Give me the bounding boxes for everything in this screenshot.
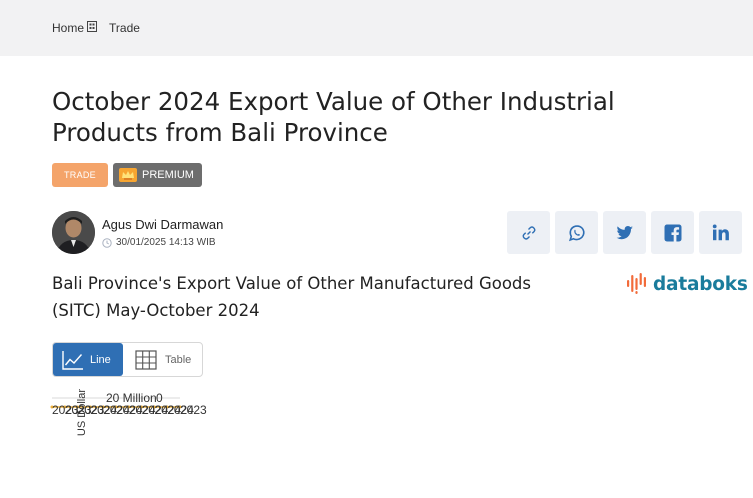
publish-datetime: 30/01/2025 14:13 WIB [116, 237, 216, 248]
share-facebook-button[interactable] [651, 211, 694, 254]
linkedin-icon [712, 224, 729, 241]
share-twitter-button[interactable] [603, 211, 646, 254]
clock-icon [102, 237, 112, 248]
page-title: October 2024 Export Value of Other Indus… [52, 87, 615, 147]
facebook-icon [664, 224, 681, 242]
category-badge[interactable]: TRADE [52, 163, 108, 187]
share-linkedin-button[interactable] [699, 211, 742, 254]
x-tick-label: 2023 [180, 403, 207, 417]
premium-label: PREMIUM [142, 169, 194, 181]
twitter-icon [616, 225, 633, 239]
line-view-button[interactable]: Line [53, 343, 123, 376]
link-icon [522, 225, 535, 240]
databoks-wordmark: databoks [653, 273, 748, 295]
chart-title: Bali Province's Export Value of Other Ma… [52, 274, 531, 320]
copy-link-button[interactable] [507, 211, 550, 254]
table-grid-icon [135, 349, 157, 370]
table-view-label: Table [165, 353, 192, 366]
line-chart: US Dollar 20 Million 020232023202320242024… [50, 389, 207, 436]
whatsapp-icon [568, 224, 585, 241]
databoks-bars-icon [627, 273, 646, 294]
line-chart-icon [62, 350, 83, 370]
breadcrumb-trade-link[interactable]: Trade [109, 21, 140, 35]
top-bar: Home Trade [0, 0, 753, 56]
premium-badge: PREMIUM [113, 163, 202, 187]
line-view-label: Line [90, 353, 111, 366]
author-name[interactable]: Agus Dwi Darmawan [102, 217, 223, 232]
author-avatar[interactable] [52, 211, 95, 254]
databoks-logo[interactable]: databoks [626, 272, 748, 296]
breadcrumb: Home Trade [52, 20, 140, 35]
breadcrumb-separator-icon [87, 20, 98, 32]
crown-icon [119, 168, 137, 182]
table-view-button[interactable]: Table [123, 343, 202, 376]
breadcrumb-home-link[interactable]: Home [52, 21, 84, 35]
publish-meta: 30/01/2025 14:13 WIB [102, 237, 216, 248]
chart-area: US Dollar 20 Million 0 2023 2023 2023 2024 2024… [50, 378, 207, 436]
chart-view-toggle: Line Table [52, 342, 203, 377]
share-whatsapp-button[interactable] [555, 211, 598, 254]
